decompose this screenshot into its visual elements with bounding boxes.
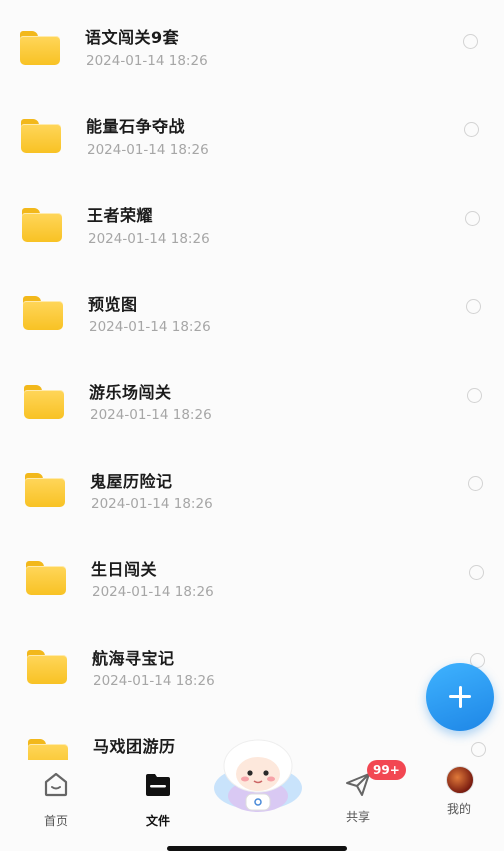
file-name: 生日闯关 [91,560,158,579]
file-row[interactable]: 预览图 2024-01-14 18:26 [0,264,504,352]
select-radio[interactable] [469,565,484,580]
file-name: 马戏团游历 [93,737,176,756]
select-radio[interactable] [467,388,482,403]
folder-icon [24,385,64,419]
select-radio[interactable] [465,211,480,226]
tab-files-label: 文件 [146,814,171,828]
file-row[interactable]: 语文闯关9套 2024-01-14 18:26 [0,0,504,88]
notification-badge: 99+ [367,760,406,780]
file-date: 2024-01-14 18:26 [86,53,208,69]
file-date: 2024-01-14 18:26 [89,319,211,335]
file-name: 语文闯关9套 [85,28,180,47]
mascot-button[interactable] [212,738,304,814]
folder-icon [20,31,60,65]
avatar [446,766,474,794]
file-row[interactable]: 王者荣耀 2024-01-14 18:26 [0,176,504,264]
select-radio[interactable] [464,122,479,137]
home-indicator [167,846,347,851]
folder-icon [21,119,61,153]
tab-share-label: 共享 [346,810,371,824]
file-date: 2024-01-14 18:26 [93,673,215,689]
select-radio[interactable] [468,476,483,491]
folder-icon [27,650,67,684]
file-date: 2024-01-14 18:26 [91,496,213,512]
tab-home[interactable]: 首页 [38,768,74,828]
folder-icon [146,774,170,796]
file-date: 2024-01-14 18:26 [88,231,210,247]
add-button[interactable] [426,663,494,731]
file-date: 2024-01-14 18:26 [92,584,214,600]
tab-home-label: 首页 [44,814,69,828]
file-row[interactable]: 生日闯关 2024-01-14 18:26 [0,528,504,616]
home-icon [44,772,68,797]
tab-me[interactable]: 我的 [441,764,477,816]
select-radio[interactable] [463,34,478,49]
file-name: 能量石争夺战 [86,117,186,136]
select-radio[interactable] [471,742,486,757]
file-date: 2024-01-14 18:26 [90,407,212,423]
mascot-icon [214,739,302,812]
folder-icon [23,296,63,330]
file-row[interactable]: 游乐场闯关 2024-01-14 18:26 [0,352,504,440]
file-name: 游乐场闯关 [89,383,172,402]
folder-icon [22,208,62,242]
folder-icon [26,561,66,595]
file-name: 王者荣耀 [87,206,154,225]
file-row[interactable]: 鬼屋历险记 2024-01-14 18:26 [0,440,504,528]
file-row[interactable]: 能量石争夺战 2024-01-14 18:26 [0,88,504,176]
file-name: 鬼屋历险记 [90,472,173,491]
select-radio[interactable] [466,299,481,314]
file-date: 2024-01-14 18:26 [87,142,209,158]
file-name: 航海寻宝记 [92,649,175,668]
file-name: 预览图 [88,295,138,314]
tab-files[interactable]: 文件 [140,768,176,828]
folder-icon [25,473,65,507]
tab-me-label: 我的 [447,802,472,816]
bottom-tab-bar: 首页 文件 共享 99+ 我的 [0,739,504,851]
